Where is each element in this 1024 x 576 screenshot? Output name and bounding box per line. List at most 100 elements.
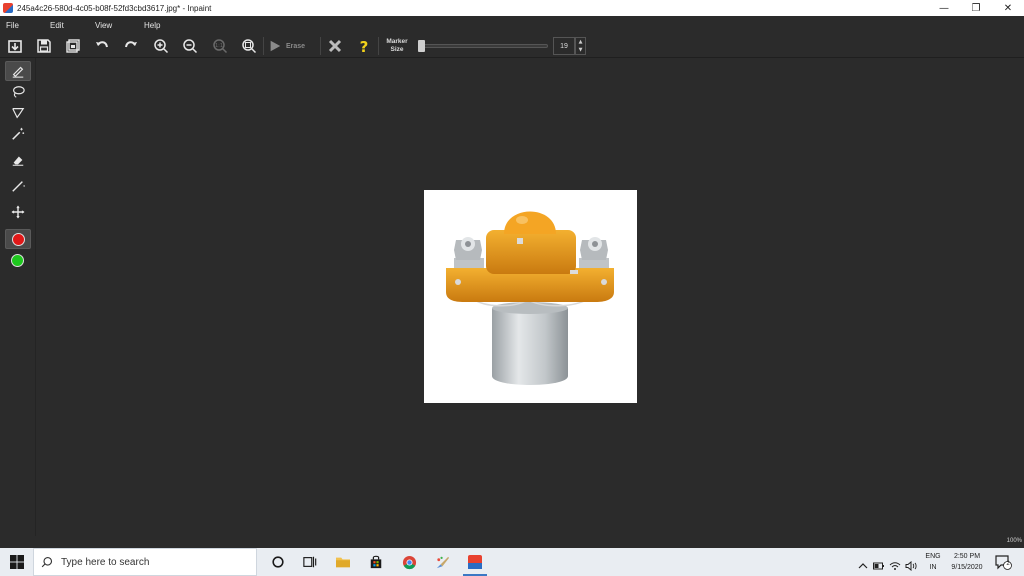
zoom-fit-button[interactable] <box>239 36 259 56</box>
svg-text:1:1: 1:1 <box>215 43 223 49</box>
move-tool[interactable] <box>5 202 31 222</box>
menu-help[interactable]: Help <box>144 21 160 30</box>
tray-overflow-button[interactable] <box>858 556 868 575</box>
red-color-swatch <box>12 233 25 246</box>
paint-brush-icon <box>436 556 449 568</box>
battery-indicator[interactable] <box>873 556 885 575</box>
title-bar: 245a4c26-580d-4c05-b08f-52fd3cbd3617.jpg… <box>0 0 1024 16</box>
marker-label-line1: Marker <box>386 38 408 45</box>
green-color-swatch <box>11 254 24 267</box>
undo-icon <box>96 41 108 48</box>
eraser-tool[interactable] <box>5 150 31 170</box>
folder-icon <box>336 557 350 568</box>
chrome-button[interactable] <box>393 548 425 576</box>
tool-panel <box>0 58 36 536</box>
battery-icon <box>873 562 884 570</box>
windows-logo-icon <box>9 555 24 569</box>
menu-bar: File Edit View Help <box>0 16 1024 34</box>
notification-count: 2 <box>1006 561 1010 567</box>
open-icon <box>8 40 22 53</box>
file-explorer-button[interactable] <box>327 548 359 576</box>
restore-button[interactable]: ❐ <box>960 0 992 16</box>
inpaint-app-icon <box>3 3 13 13</box>
region-code: IN <box>929 564 937 571</box>
input-language-indicator[interactable]: ENG IN <box>924 551 942 573</box>
spin-up-button[interactable]: ▲ <box>576 38 585 46</box>
wifi-icon <box>889 562 901 570</box>
taskbar-search-box[interactable]: Type here to search <box>33 548 257 576</box>
store-bag-icon <box>370 555 382 569</box>
menu-file[interactable]: File <box>6 21 19 30</box>
polygon-lasso-icon <box>12 108 25 119</box>
search-placeholder: Type here to search <box>61 556 150 568</box>
zoom-actual-button[interactable]: 1:1 <box>210 36 230 56</box>
speaker-icon <box>905 560 917 572</box>
line-icon <box>12 181 25 192</box>
minimize-button[interactable]: — <box>928 0 960 16</box>
taskbar-clock[interactable]: 2:50 PM 9/15/2020 <box>944 551 990 573</box>
move-icon <box>11 205 25 219</box>
marker-size-input[interactable]: 19 <box>553 37 575 55</box>
menu-view[interactable]: View <box>95 21 112 30</box>
polygon-lasso-tool[interactable] <box>5 103 31 123</box>
undo-button[interactable] <box>92 36 112 56</box>
status-bar: 100% <box>0 536 1024 548</box>
help-icon: ? <box>360 38 369 54</box>
magic-wand-icon <box>12 127 25 140</box>
solenoid-image <box>446 211 614 385</box>
chevron-up-icon <box>858 563 868 569</box>
task-view-button[interactable] <box>294 548 326 576</box>
cancel-button[interactable] <box>325 36 345 56</box>
marker-size-spinner[interactable]: ▲ ▼ <box>575 37 586 55</box>
marker-tool[interactable] <box>5 61 31 81</box>
redo-button[interactable] <box>121 36 141 56</box>
marker-label-line2: Size <box>390 46 404 53</box>
save-as-button[interactable] <box>63 36 83 56</box>
menu-edit[interactable]: Edit <box>50 21 64 30</box>
store-button[interactable] <box>360 548 392 576</box>
save-button[interactable] <box>34 36 54 56</box>
zoom-in-icon <box>154 39 169 54</box>
cortana-circle-icon <box>272 556 284 568</box>
zoom-out-icon <box>183 39 198 54</box>
zoom-fit-icon <box>242 39 257 54</box>
open-button[interactable] <box>5 36 25 56</box>
erase-label: Erase <box>286 42 306 50</box>
search-icon <box>41 556 53 568</box>
zoom-in-button[interactable] <box>151 36 171 56</box>
cortana-button[interactable] <box>262 548 294 576</box>
language-code: ENG <box>925 553 941 560</box>
toolbar-separator <box>320 37 321 55</box>
inpaint-taskbar-button[interactable] <box>459 548 491 576</box>
window-title: 245a4c26-580d-4c05-b08f-52fd3cbd3617.jpg… <box>17 3 212 13</box>
marker-size-label: Marker Size <box>383 38 411 54</box>
network-indicator[interactable] <box>889 556 901 575</box>
help-button[interactable]: ? <box>354 36 374 56</box>
marker-size-slider[interactable] <box>418 44 548 48</box>
zoom-actual-icon: 1:1 <box>213 39 228 54</box>
svg-text:?: ? <box>360 38 369 54</box>
magic-wand-tool[interactable] <box>5 124 31 144</box>
canvas-area[interactable] <box>36 58 1024 536</box>
erase-button[interactable]: Erase <box>268 36 318 56</box>
cancel-icon <box>328 39 342 53</box>
save-as-icon <box>66 39 80 53</box>
loaded-image[interactable] <box>424 190 637 403</box>
volume-indicator[interactable] <box>905 556 917 575</box>
lasso-tool[interactable] <box>5 82 31 102</box>
eraser-icon <box>12 156 24 166</box>
paint-app-button[interactable] <box>426 548 458 576</box>
marker-size-slider-thumb[interactable] <box>417 40 425 52</box>
action-center-button[interactable]: 2 <box>994 554 1012 570</box>
toolbar-separator <box>263 37 264 55</box>
red-color-tool[interactable] <box>5 229 31 249</box>
line-tool[interactable] <box>5 176 31 196</box>
redo-icon <box>125 41 137 48</box>
zoom-out-button[interactable] <box>180 36 200 56</box>
taskbar: Type here to search ENG IN 2:50 PM 9/15/… <box>0 548 1024 576</box>
green-color-tool[interactable] <box>5 251 31 271</box>
start-button[interactable] <box>0 548 33 576</box>
close-button[interactable]: ✕ <box>992 0 1024 16</box>
spin-down-button[interactable]: ▼ <box>576 46 585 54</box>
play-icon <box>270 40 281 52</box>
